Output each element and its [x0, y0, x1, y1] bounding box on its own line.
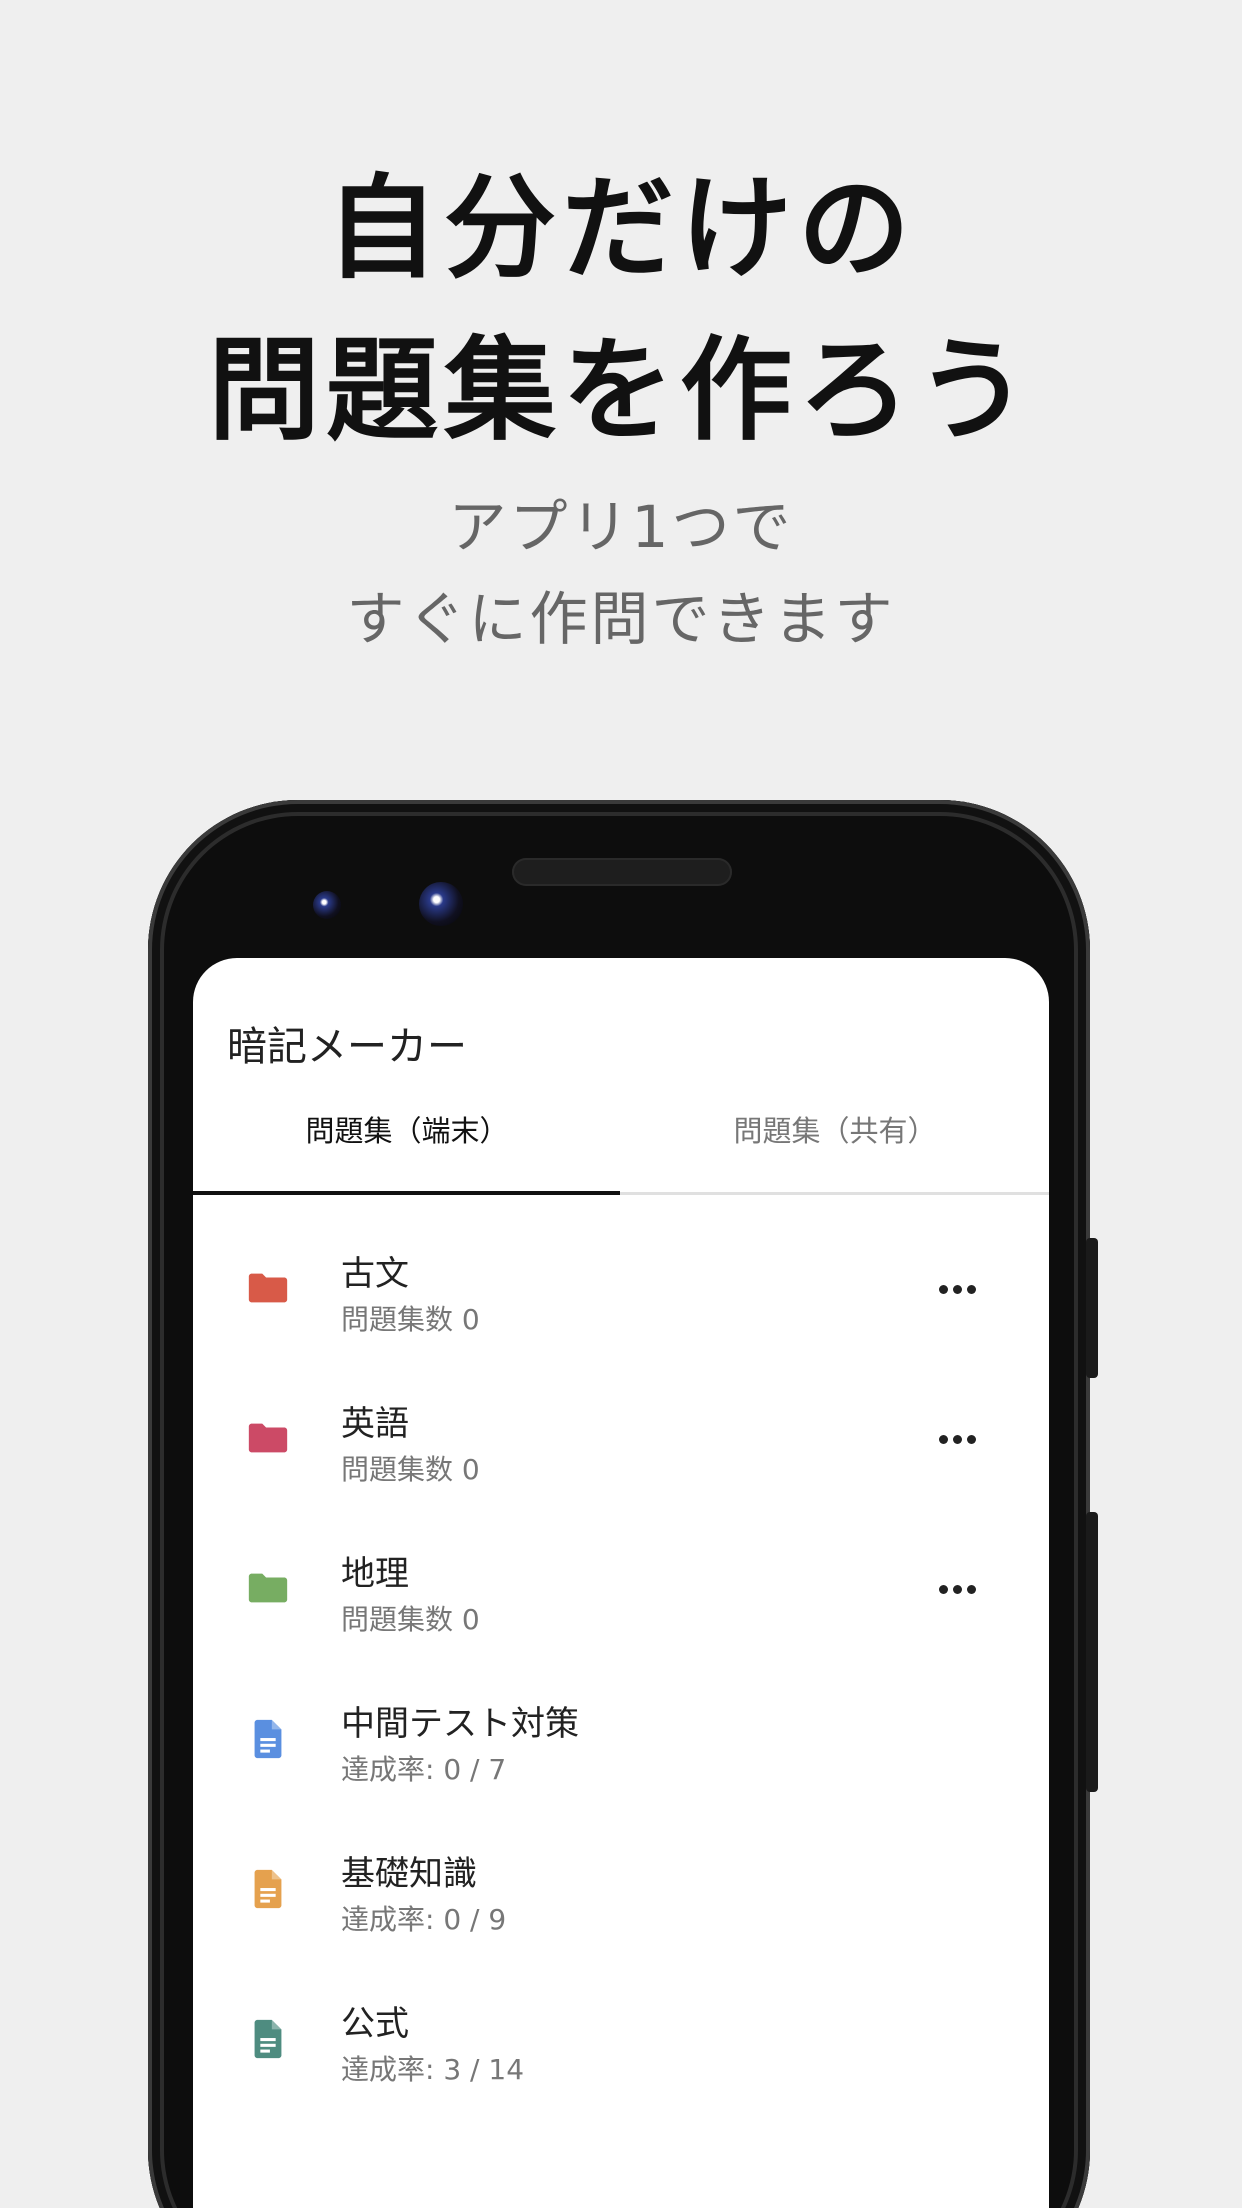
- row-title: 地理: [341, 1554, 409, 1594]
- row-title: 基礎知識: [341, 1854, 477, 1894]
- row-subtitle: 達成率: 0 / 9: [341, 1903, 507, 1936]
- folder-icon: [245, 1266, 291, 1312]
- app-screen: 暗記メーカー 問題集（端末） 問題集（共有） 古文 問題集数 0 英語 問題集数 0地…: [193, 958, 1049, 2208]
- more-options-icon[interactable]: [933, 1576, 983, 1602]
- promo-screen: 自分だけの 問題集を作ろう アプリ1つで すぐに作問できます 暗記メーカー 問題…: [0, 0, 1242, 2208]
- row-subtitle: 問題集数 0: [341, 1453, 480, 1486]
- more-options-icon[interactable]: [933, 1276, 983, 1302]
- row-title: 英語: [341, 1404, 409, 1444]
- tab-local-sets[interactable]: 問題集（端末）: [193, 1108, 621, 1150]
- folder-row[interactable]: 地理問題集数 0: [193, 1528, 1049, 1678]
- subheadline-line-2: すぐに作問できます: [346, 585, 896, 653]
- document-icon: [245, 2016, 291, 2062]
- document-icon: [245, 1866, 291, 1912]
- question-set-list: 古文 問題集数 0 英語 問題集数 0 地理 問題集数 0 中間テスト対策 達成率: 0 / …: [193, 1228, 1049, 2128]
- folder-row[interactable]: 古文問題集数 0: [193, 1228, 1049, 1378]
- row-title: 公式: [341, 2004, 409, 2044]
- folder-row[interactable]: 英語問題集数 0: [193, 1378, 1049, 1528]
- row-subtitle: 問題集数 0: [341, 1603, 480, 1636]
- phone-camera: [419, 882, 463, 926]
- row-title: 中間テスト対策: [341, 1704, 579, 1744]
- app-title: 暗記メーカー: [227, 1024, 467, 1070]
- row-subtitle: 達成率: 3 / 14: [341, 2053, 525, 2086]
- row-subtitle: 問題集数 0: [341, 1303, 480, 1336]
- question-set-row[interactable]: 中間テスト対策達成率: 0 / 7: [193, 1678, 1049, 1828]
- question-set-row[interactable]: 基礎知識達成率: 0 / 9: [193, 1828, 1049, 1978]
- folder-icon: [245, 1416, 291, 1462]
- headline-line-1: 自分だけの: [326, 164, 916, 294]
- question-set-row[interactable]: 公式達成率: 3 / 14: [193, 1978, 1049, 2128]
- phone-side-button: [1086, 1238, 1098, 1378]
- document-icon: [245, 1716, 291, 1762]
- headline-line-2: 問題集を作ろう: [208, 326, 1034, 456]
- phone-sensor: [313, 891, 341, 919]
- phone-speaker: [512, 858, 732, 886]
- subheadline-line-1: アプリ1つで: [448, 493, 794, 561]
- row-subtitle: 達成率: 0 / 7: [341, 1753, 507, 1786]
- more-options-icon[interactable]: [933, 1426, 983, 1452]
- tab-shared-sets[interactable]: 問題集（共有）: [621, 1108, 1049, 1150]
- folder-icon: [245, 1566, 291, 1612]
- tab-bar: 問題集（端末） 問題集（共有）: [193, 1108, 1049, 1154]
- phone-volume-button: [1086, 1512, 1098, 1792]
- row-title: 古文: [341, 1254, 409, 1294]
- tab-active-indicator: [193, 1191, 620, 1195]
